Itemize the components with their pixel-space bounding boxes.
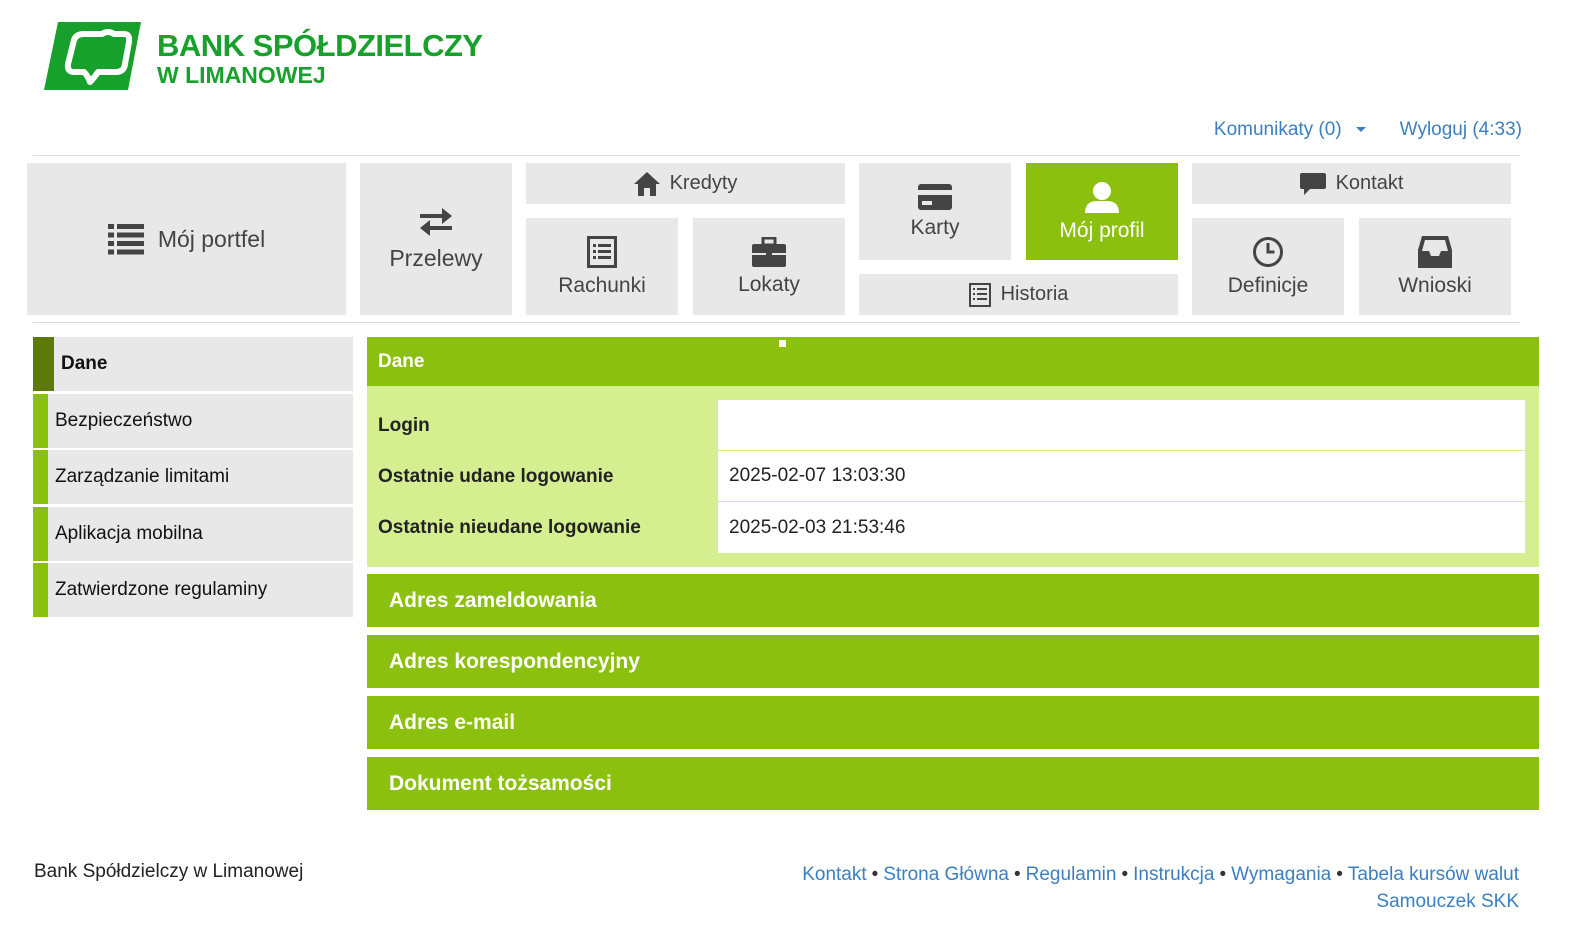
nav-label-transfers: Przelewy [389,244,483,271]
nav-tile-credits[interactable]: Kredyty [526,163,845,204]
separator: • [1013,864,1021,885]
sidebar-item-regulations[interactable]: Zatwierdzone regulaminy [33,563,353,617]
section-title: Adres zameldowania [389,588,597,612]
nav-tile-contact[interactable]: Kontakt [1192,163,1511,204]
field-label-last-success: Ostatnie udane logowanie [378,465,614,487]
nav-tile-deposits[interactable]: Lokaty [693,218,845,315]
field-label-login: Login [378,414,430,436]
separator: • [1121,864,1129,885]
sidebar-item-mobile-app[interactable]: Aplikacja mobilna [33,506,353,561]
nav-label-applications: Wnioski [1398,273,1472,297]
brand-name-line2: W LIMANOWEJ [157,62,326,88]
nav-tile-history[interactable]: Historia [859,274,1178,315]
nav-label-contact: Kontakt [1335,172,1404,194]
separator: • [871,864,879,885]
footer-link-regulations[interactable]: Regulamin [1026,864,1117,885]
section-registered-address[interactable]: Adres zameldowania [367,574,1539,627]
brand-name-line1: BANK SPÓŁDZIELCZY [157,28,483,63]
nav-tile-cards[interactable]: Karty [859,163,1011,260]
panel-header: Dane [367,337,1539,386]
nav-tile-applications[interactable]: Wnioski [1359,218,1511,315]
messages-label: Komunikaty (0) [1213,119,1342,140]
footer-link-contact[interactable]: Kontakt [802,864,866,885]
field-label-last-failed: Ostatnie nieudane logowanie [378,516,641,538]
section-title: Dokument tożsamości [389,771,612,795]
footer-link-tutorial[interactable]: Samouczek SKK [1376,891,1519,912]
nav-tile-definitions[interactable]: Definicje [1192,218,1344,315]
logout-link[interactable]: Wyloguj (4:33) [1400,119,1522,141]
field-value-last-success: 2025-02-07 13:03:30 [718,451,1525,502]
nav-label-definitions: Definicje [1227,273,1309,297]
panel-title: Dane [378,350,425,372]
list-icon [107,224,144,255]
field-value-last-failed: 2025-02-03 21:53:46 [718,502,1525,553]
section-title: Adres e-mail [389,710,516,734]
sidebar-item-label: Zatwierdzone regulaminy [55,579,268,600]
ledger-icon [587,235,617,268]
footer-link-exchange-rates[interactable]: Tabela kursów walut [1348,864,1519,885]
section-correspondence-address[interactable]: Adres korespondencyjny [367,635,1539,688]
footer-bank-name: Bank Spółdzielczy w Limanowej [34,861,304,882]
inbox-icon [1418,235,1452,268]
transfer-arrows-icon [420,207,452,236]
data-panel: Dane Login Ostatnie udane logowanie 2025… [367,337,1539,567]
separator: • [1336,864,1343,885]
history-list-icon [968,282,991,307]
divider [33,322,1520,323]
nav-label-accounts: Rachunki [558,273,646,297]
section-email-address[interactable]: Adres e-mail [367,696,1539,749]
panel-body: Login Ostatnie udane logowanie 2025-02-0… [367,386,1539,567]
nav-label-profile: Mój profil [1059,218,1145,242]
sidebar-item-label: Bezpieczeństwo [55,409,193,431]
logo-emblem-icon [44,22,141,90]
data-row: Ostatnie udane logowanie 2025-02-07 13:0… [378,451,1525,502]
footer-link-requirements[interactable]: Wymagania [1231,864,1331,885]
caret-down-icon [1355,127,1366,133]
clock-icon [1253,236,1283,267]
messages-dropdown[interactable]: Komunikaty (0) [1214,119,1366,141]
home-icon [633,171,660,196]
nav-label-portfolio: Mój portfel [157,225,266,252]
nav-tile-transfers[interactable]: Przelewy [360,163,512,315]
nav-label-credits: Kredyty [669,172,738,194]
marker-dot [779,340,786,347]
sidebar-item-dane[interactable]: Dane [33,337,353,391]
field-value-login [718,400,1525,451]
nav-label-deposits: Lokaty [738,272,800,296]
briefcase-icon [752,236,786,267]
credit-card-icon [918,183,952,210]
sidebar-item-limits[interactable]: Zarządzanie limitami [33,450,353,504]
top-links: Komunikaty (0) Wyloguj (4:33) [1214,119,1522,141]
separator: • [1219,864,1227,885]
nav-tile-accounts[interactable]: Rachunki [526,218,678,315]
bank-logo[interactable]: BANK SPÓŁDZIELCZY W LIMANOWEJ [44,22,483,92]
chat-bubble-icon [1299,172,1326,195]
data-row: Ostatnie nieudane logowanie 2025-02-03 2… [378,502,1525,553]
data-row: Login [378,400,1525,451]
footer-link-home[interactable]: Strona Główna [883,864,1009,885]
profile-sidebar: Dane Bezpieczeństwo Zarządzanie limitami… [33,337,353,620]
sidebar-item-security[interactable]: Bezpieczeństwo [33,393,353,448]
nav-label-cards: Karty [910,215,960,239]
sidebar-item-label: Aplikacja mobilna [55,522,203,544]
section-title: Adres korespondencyjny [389,649,640,673]
nav-tile-portfolio[interactable]: Mój portfel [27,163,346,315]
sidebar-item-label: Zarządzanie limitami [55,466,230,487]
section-identity-document[interactable]: Dokument tożsamości [367,757,1539,810]
nav-tile-profile[interactable]: Mój profil [1026,163,1178,260]
nav-label-history: Historia [1000,283,1069,305]
user-icon [1085,181,1119,213]
footer-link-manual[interactable]: Instrukcja [1133,864,1214,885]
footer-links: Kontakt • Strona Główna • Regulamin • Instrukc… [802,861,1519,915]
sidebar-item-label: Dane [61,353,108,374]
divider [33,155,1520,156]
